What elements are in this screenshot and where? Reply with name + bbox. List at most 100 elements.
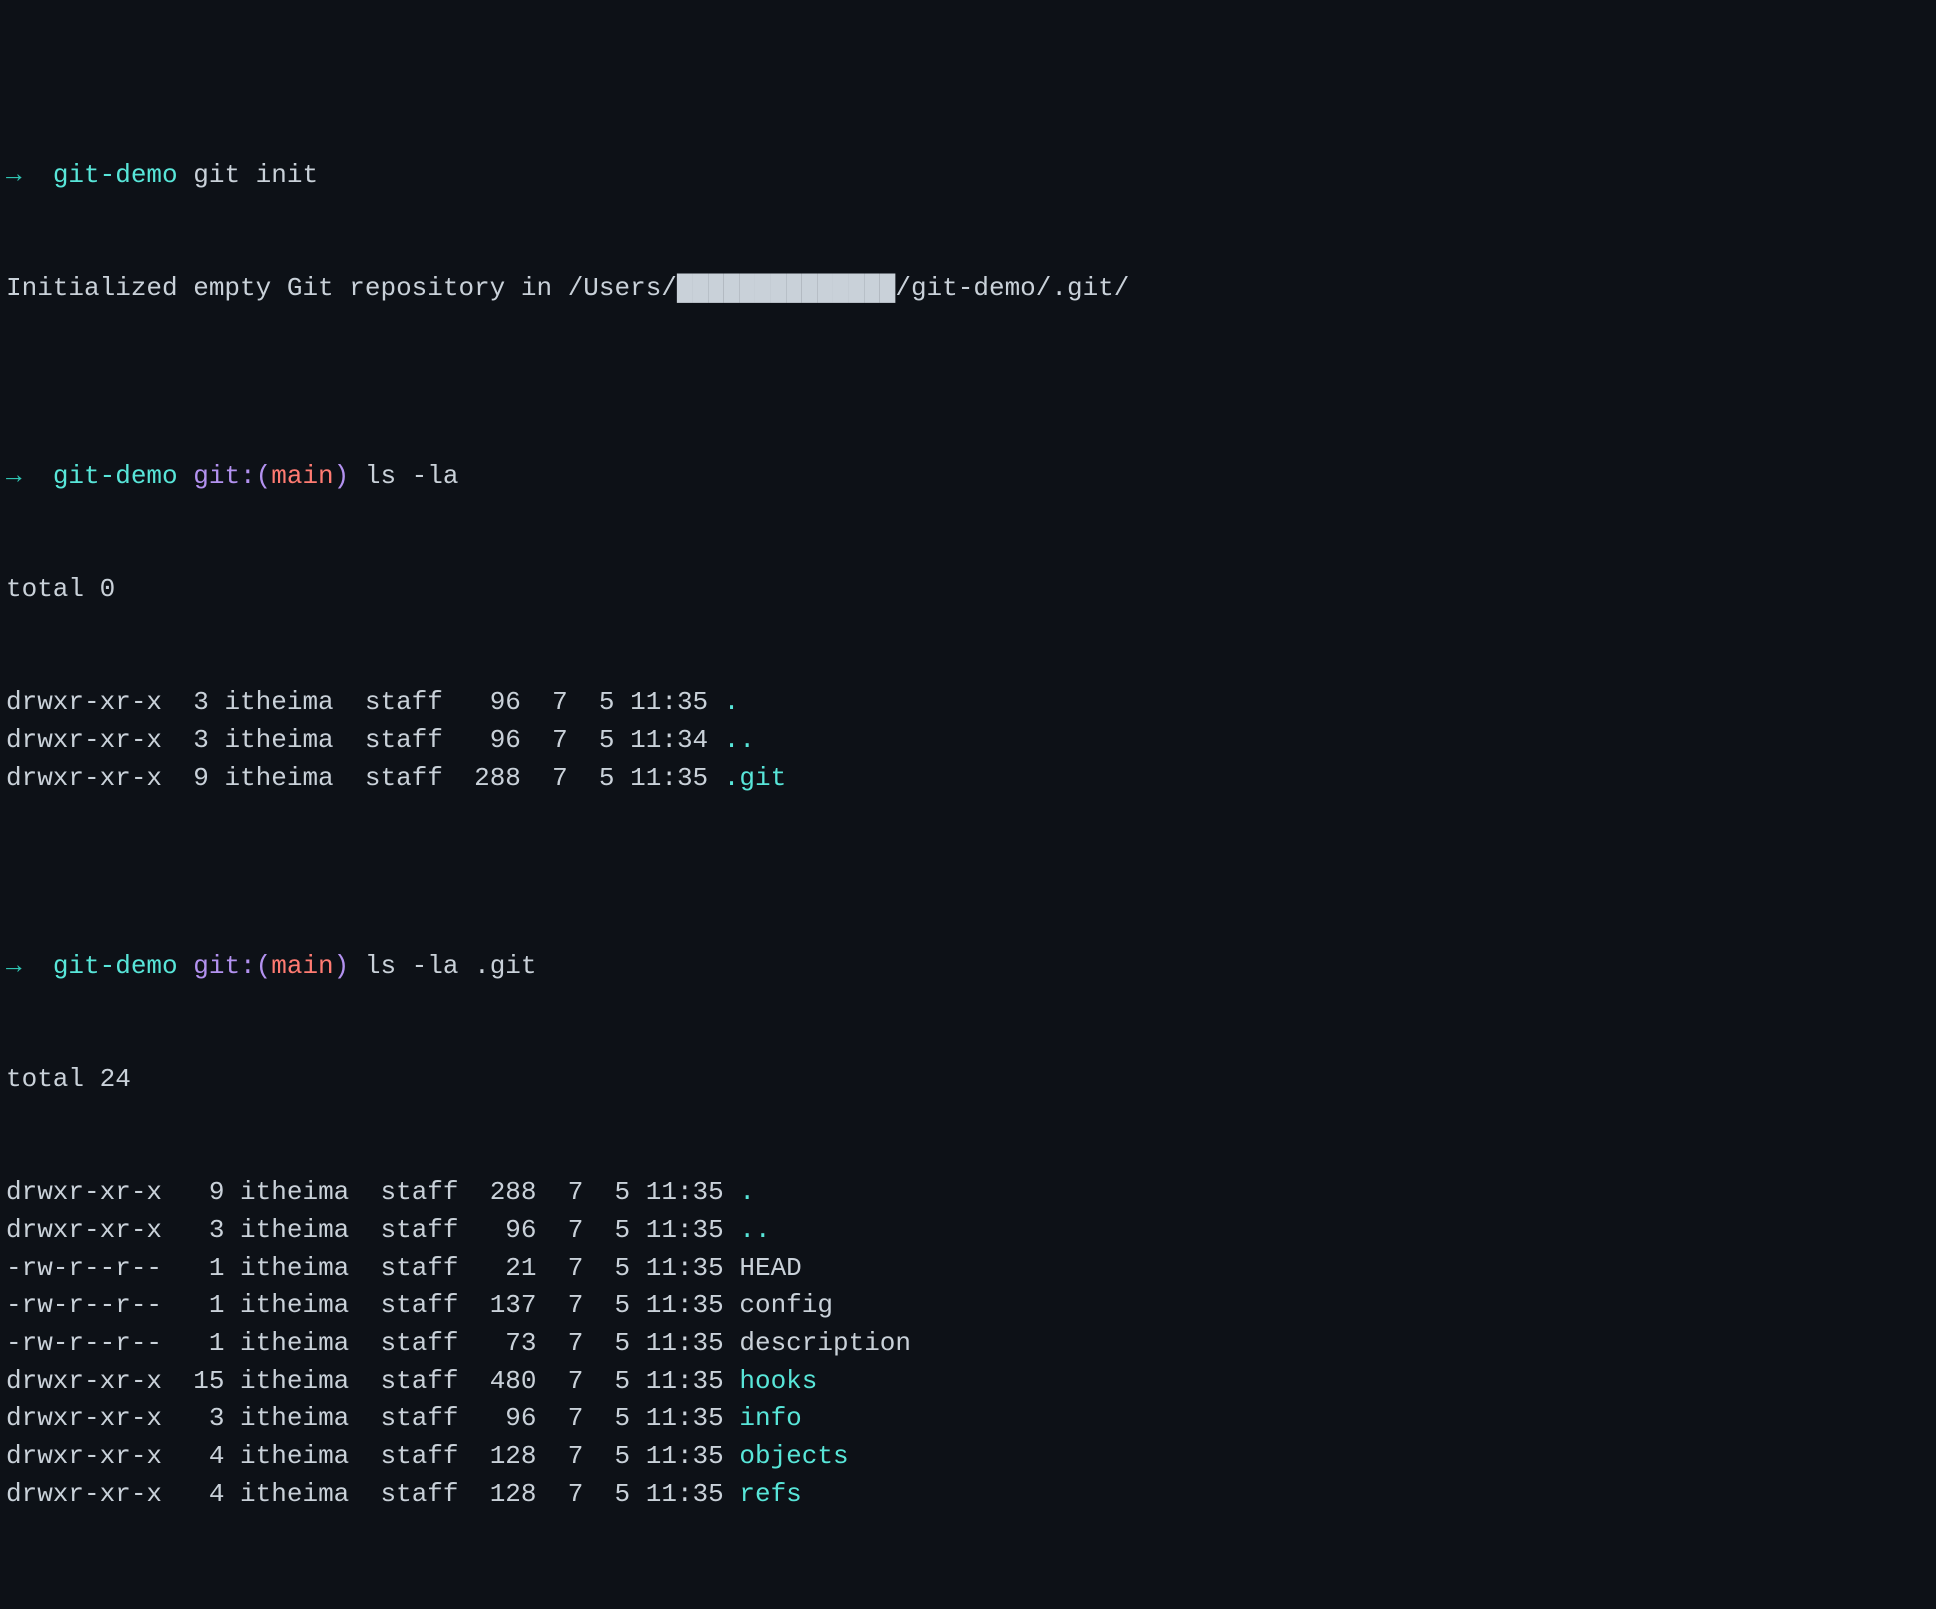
ls-user: itheima <box>224 1479 349 1509</box>
ls-row: drwxr-xr-x 4 itheima staff 128 7 5 11:35… <box>6 1438 1930 1476</box>
ls-time: 11:35 <box>615 763 709 793</box>
ls-user: itheima <box>224 1366 349 1396</box>
ls-month: 7 <box>537 1403 584 1433</box>
terminal[interactable]: →git-demogit init Initialized empty Git … <box>0 0 1936 1609</box>
ls-time: 11:35 <box>630 1366 724 1396</box>
ls-size: 128 <box>459 1441 537 1471</box>
ls-total: total 24 <box>6 1061 1930 1099</box>
ls-group: staff <box>349 1366 458 1396</box>
ls-group: staff <box>349 1328 458 1358</box>
ls-group: staff <box>349 1441 458 1471</box>
ls-size: 128 <box>459 1479 537 1509</box>
prompt-cwd: git-demo <box>53 951 178 981</box>
ls-time: 11:35 <box>630 1177 724 1207</box>
prompt-arrow-icon: → <box>6 160 22 190</box>
ls-perm: drwxr-xr-x <box>6 1403 162 1433</box>
git-branch: main <box>271 461 333 491</box>
ls-user: itheima <box>224 1253 349 1283</box>
ls-group: staff <box>349 1403 458 1433</box>
ls-perm: -rw-r--r-- <box>6 1253 162 1283</box>
ls-day: 5 <box>583 1366 630 1396</box>
ls-perm: drwxr-xr-x <box>6 1215 162 1245</box>
git-label-left: git:( <box>193 951 271 981</box>
ls-name: hooks <box>724 1366 818 1396</box>
ls-month: 7 <box>537 1479 584 1509</box>
output-line: Initialized empty Git repository in /Use… <box>6 270 1930 308</box>
ls-row: -rw-r--r-- 1 itheima staff 73 7 5 11:35 … <box>6 1325 1930 1363</box>
ls-month: 7 <box>521 763 568 793</box>
ls-day: 5 <box>583 1253 630 1283</box>
ls-time: 11:35 <box>630 1328 724 1358</box>
ls-time: 11:35 <box>630 1215 724 1245</box>
ls-day: 5 <box>583 1479 630 1509</box>
ls-size: 288 <box>443 763 521 793</box>
ls-perm: -rw-r--r-- <box>6 1290 162 1320</box>
ls-user: itheima <box>224 1215 349 1245</box>
ls-name: info <box>724 1403 802 1433</box>
ls-total: total 0 <box>6 571 1930 609</box>
ls-group: staff <box>334 687 443 717</box>
ls-time: 11:35 <box>630 1253 724 1283</box>
ls-day: 5 <box>583 1328 630 1358</box>
ls-row: drwxr-xr-x 4 itheima staff 128 7 5 11:35… <box>6 1476 1930 1514</box>
ls-perm: drwxr-xr-x <box>6 687 162 717</box>
git-label-right: ) <box>334 951 350 981</box>
ls-month: 7 <box>537 1215 584 1245</box>
prompt-line[interactable]: →git-demogit init <box>6 157 1930 195</box>
ls-month: 7 <box>521 725 568 755</box>
ls-month: 7 <box>537 1290 584 1320</box>
ls-name: config <box>724 1290 833 1320</box>
ls-links: 1 <box>162 1328 224 1358</box>
ls-name: .. <box>708 725 755 755</box>
ls-total-text: total 0 <box>6 574 115 604</box>
command-text: ls -la <box>365 461 459 491</box>
ls-links: 1 <box>162 1290 224 1320</box>
ls-links: 4 <box>162 1441 224 1471</box>
ls-user: itheima <box>209 725 334 755</box>
ls-time: 11:35 <box>615 687 709 717</box>
ls-day: 5 <box>583 1403 630 1433</box>
ls-group: staff <box>349 1290 458 1320</box>
ls-total-text: total 24 <box>6 1064 131 1094</box>
ls-links: 15 <box>162 1366 224 1396</box>
ls-day: 5 <box>583 1177 630 1207</box>
ls-links: 3 <box>162 687 209 717</box>
ls-month: 7 <box>537 1441 584 1471</box>
ls-time: 11:35 <box>630 1441 724 1471</box>
ls-row: drwxr-xr-x 3 itheima staff 96 7 5 11:35 … <box>6 1212 1930 1250</box>
ls-group: staff <box>349 1479 458 1509</box>
ls-size: 96 <box>459 1403 537 1433</box>
ls-user: itheima <box>224 1403 349 1433</box>
ls-day: 5 <box>583 1441 630 1471</box>
ls-time: 11:35 <box>630 1479 724 1509</box>
ls-user: itheima <box>209 687 334 717</box>
ls-user: itheima <box>224 1441 349 1471</box>
ls-perm: drwxr-xr-x <box>6 725 162 755</box>
ls-time: 11:35 <box>630 1403 724 1433</box>
ls-row: drwxr-xr-x 3 itheima staff 96 7 5 11:35 … <box>6 1400 1930 1438</box>
ls-links: 3 <box>162 1403 224 1433</box>
ls-name: objects <box>724 1441 849 1471</box>
ls-perm: drwxr-xr-x <box>6 1479 162 1509</box>
ls-links: 9 <box>162 763 209 793</box>
ls-size: 73 <box>459 1328 537 1358</box>
ls-perm: drwxr-xr-x <box>6 1366 162 1396</box>
command-text: git init <box>193 160 318 190</box>
git-label-left: git:( <box>193 461 271 491</box>
ls-name: refs <box>724 1479 802 1509</box>
ls-user: itheima <box>209 763 334 793</box>
ls-row: drwxr-xr-x 15 itheima staff 480 7 5 11:3… <box>6 1363 1930 1401</box>
ls-size: 480 <box>459 1366 537 1396</box>
ls-size: 96 <box>459 1215 537 1245</box>
ls-user: itheima <box>224 1328 349 1358</box>
ls-month: 7 <box>537 1177 584 1207</box>
prompt-cwd: git-demo <box>53 461 178 491</box>
ls-user: itheima <box>224 1290 349 1320</box>
prompt-line[interactable]: →git-demogit:(main)ls -la .git <box>6 948 1930 986</box>
ls-perm: drwxr-xr-x <box>6 763 162 793</box>
prompt-line[interactable]: →git-demogit:(main)ls -la <box>6 458 1930 496</box>
ls-month: 7 <box>537 1366 584 1396</box>
ls-listing: drwxr-xr-x 3 itheima staff 96 7 5 11:35 … <box>6 684 1930 797</box>
ls-size: 96 <box>443 725 521 755</box>
ls-size: 288 <box>459 1177 537 1207</box>
